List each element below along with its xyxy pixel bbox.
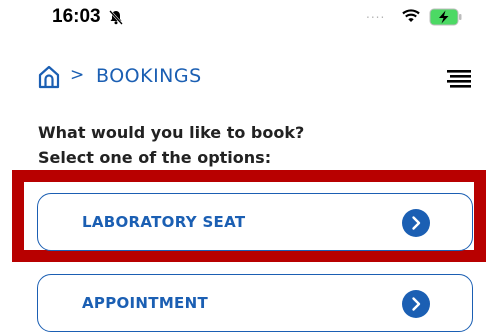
option-laboratory-seat-button[interactable]: LABORATORY SEAT (37, 193, 473, 251)
signal-dots: .... (366, 7, 386, 21)
status-time: 16:03 (52, 6, 101, 27)
wifi-icon (402, 9, 420, 22)
breadcrumb-bookings[interactable]: BOOKINGS (96, 65, 202, 87)
header-bar: > BOOKINGS (0, 62, 500, 98)
home-icon[interactable] (38, 65, 60, 89)
breadcrumb-separator: > (70, 65, 85, 85)
prompt-text: What would you like to book? Select one … (38, 120, 304, 170)
menu-icon[interactable] (447, 70, 471, 88)
option-label: LABORATORY SEAT (82, 213, 246, 231)
prompt-instruction: Select one of the options: (38, 148, 272, 167)
mute-icon (109, 10, 123, 25)
option-appointment-button[interactable]: APPOINTMENT (37, 274, 473, 332)
chevron-right-circle-icon (402, 209, 430, 237)
status-bar: 16:03 .... (0, 0, 500, 36)
prompt-question: What would you like to book? (38, 123, 305, 142)
battery-charging-icon (429, 8, 462, 26)
option-label: APPOINTMENT (82, 294, 208, 312)
chevron-right-circle-icon (402, 290, 430, 318)
